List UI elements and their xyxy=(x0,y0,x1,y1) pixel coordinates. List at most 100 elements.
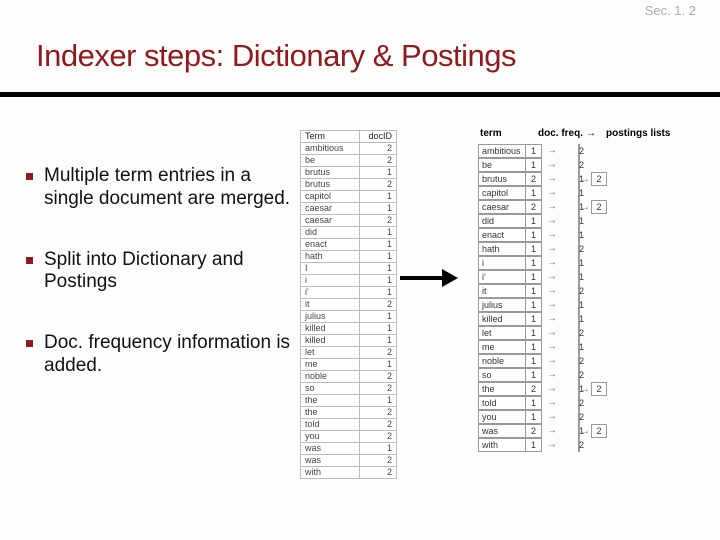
table-cell-term: hath xyxy=(301,251,360,263)
dict-term: i' xyxy=(478,270,526,284)
table-cell-docid: 1 xyxy=(360,251,397,263)
table-cell-docid: 1 xyxy=(360,323,397,335)
posting-extra xyxy=(578,369,610,381)
dict-term: me xyxy=(478,340,526,354)
table-cell-term: caesar xyxy=(301,203,360,215)
table-row: enact1 xyxy=(301,239,397,251)
table-cell-term: I xyxy=(301,263,360,275)
dict-doc-freq: 1 xyxy=(526,242,542,256)
arrow-icon: → xyxy=(542,257,558,269)
table-row: with2 xyxy=(301,467,397,479)
table-cell-docid: 2 xyxy=(360,371,397,383)
dict-doc-freq: 1 xyxy=(526,214,542,228)
table-cell-docid: 2 xyxy=(360,143,397,155)
slide: Sec. 1. 2 Indexer steps: Dictionary & Po… xyxy=(0,0,720,540)
table-cell-term: was xyxy=(301,443,360,455)
dict-term: capitol xyxy=(478,186,526,200)
dict-term: with xyxy=(478,438,526,452)
table-cell-docid: 2 xyxy=(360,407,397,419)
arrow-icon xyxy=(400,270,458,286)
table-cell-docid: 1 xyxy=(360,287,397,299)
table-cell-docid: 2 xyxy=(360,383,397,395)
table-row: i1 xyxy=(301,275,397,287)
table-cell-docid: 1 xyxy=(360,239,397,251)
table-cell-docid: 1 xyxy=(360,167,397,179)
posting-extra xyxy=(578,411,610,423)
dict-term: let xyxy=(478,326,526,340)
dictionary-row: ambitious1→2 xyxy=(478,144,710,158)
arrow-icon: → xyxy=(542,327,558,339)
posting-extra: →2 xyxy=(578,201,610,213)
bullet-item: Multiple term entries in a single docume… xyxy=(20,165,292,211)
dict-doc-freq: 2 xyxy=(526,200,542,214)
dict-doc-freq: 1 xyxy=(526,158,542,172)
arrow-icon: → xyxy=(542,271,558,283)
arrow-icon: → xyxy=(542,411,558,423)
table-cell-docid: 1 xyxy=(360,263,397,275)
table-row: the1 xyxy=(301,395,397,407)
dict-term: so xyxy=(478,368,526,382)
posting-box: 2 xyxy=(591,200,607,214)
table-row: did1 xyxy=(301,227,397,239)
dict-term: did xyxy=(478,214,526,228)
posting-extra: →2 xyxy=(578,425,610,437)
dict-doc-freq: 1 xyxy=(526,396,542,410)
table-row: it2 xyxy=(301,299,397,311)
dictionary-row: it1→2 xyxy=(478,284,710,298)
arrow-icon: → xyxy=(542,187,558,199)
table-cell-term: the xyxy=(301,395,360,407)
table-cell-term: told xyxy=(301,419,360,431)
dict-header-postings: postings lists xyxy=(606,128,686,139)
table-row: killed1 xyxy=(301,323,397,335)
table-cell-docid: 1 xyxy=(360,395,397,407)
posting-box: 2 xyxy=(591,424,607,438)
table-cell-docid: 2 xyxy=(360,455,397,467)
posting-extra xyxy=(578,299,610,311)
dictionary-row: was2→1→2 xyxy=(478,424,710,438)
dictionary-row: julius1→1 xyxy=(478,298,710,312)
dict-term: hath xyxy=(478,242,526,256)
posting-extra xyxy=(578,271,610,283)
dict-term: you xyxy=(478,410,526,424)
dict-term: killed xyxy=(478,312,526,326)
table-row: brutus2 xyxy=(301,179,397,191)
table-cell-docid: 1 xyxy=(360,443,397,455)
arrow-icon: → xyxy=(542,397,558,409)
dictionary-row: so1→2 xyxy=(478,368,710,382)
posting-extra: →2 xyxy=(578,173,610,185)
table-cell-term: brutus xyxy=(301,167,360,179)
dict-doc-freq: 1 xyxy=(526,368,542,382)
dictionary-row: i1→1 xyxy=(478,256,710,270)
arrow-icon: → xyxy=(542,215,558,227)
table-cell-docid: 1 xyxy=(360,359,397,371)
dict-doc-freq: 1 xyxy=(526,298,542,312)
table-cell-docid: 2 xyxy=(360,299,397,311)
table-row: ambitious2 xyxy=(301,143,397,155)
dict-doc-freq: 1 xyxy=(526,438,542,452)
table-cell-term: noble xyxy=(301,371,360,383)
table-row: hath1 xyxy=(301,251,397,263)
dict-doc-freq: 1 xyxy=(526,340,542,354)
dict-doc-freq: 1 xyxy=(526,186,542,200)
dict-term: caesar xyxy=(478,200,526,214)
table-row: let2 xyxy=(301,347,397,359)
table-row: brutus1 xyxy=(301,167,397,179)
table-cell-term: you xyxy=(301,431,360,443)
dict-doc-freq: 2 xyxy=(526,382,542,396)
table-row: julius1 xyxy=(301,311,397,323)
dictionary-row: told1→2 xyxy=(478,396,710,410)
table-row: caesar1 xyxy=(301,203,397,215)
posting-box: 2 xyxy=(591,382,607,396)
dict-term: i xyxy=(478,256,526,270)
table-row: was2 xyxy=(301,455,397,467)
dictionary-row: me1→1 xyxy=(478,340,710,354)
dict-doc-freq: 1 xyxy=(526,144,542,158)
dictionary-row: be1→2 xyxy=(478,158,710,172)
table-header: docID xyxy=(360,131,397,143)
table-cell-docid: 2 xyxy=(360,179,397,191)
table-cell-docid: 1 xyxy=(360,191,397,203)
table-cell-docid: 2 xyxy=(360,215,397,227)
dict-term: was xyxy=(478,424,526,438)
dict-term: noble xyxy=(478,354,526,368)
dict-term: enact xyxy=(478,228,526,242)
